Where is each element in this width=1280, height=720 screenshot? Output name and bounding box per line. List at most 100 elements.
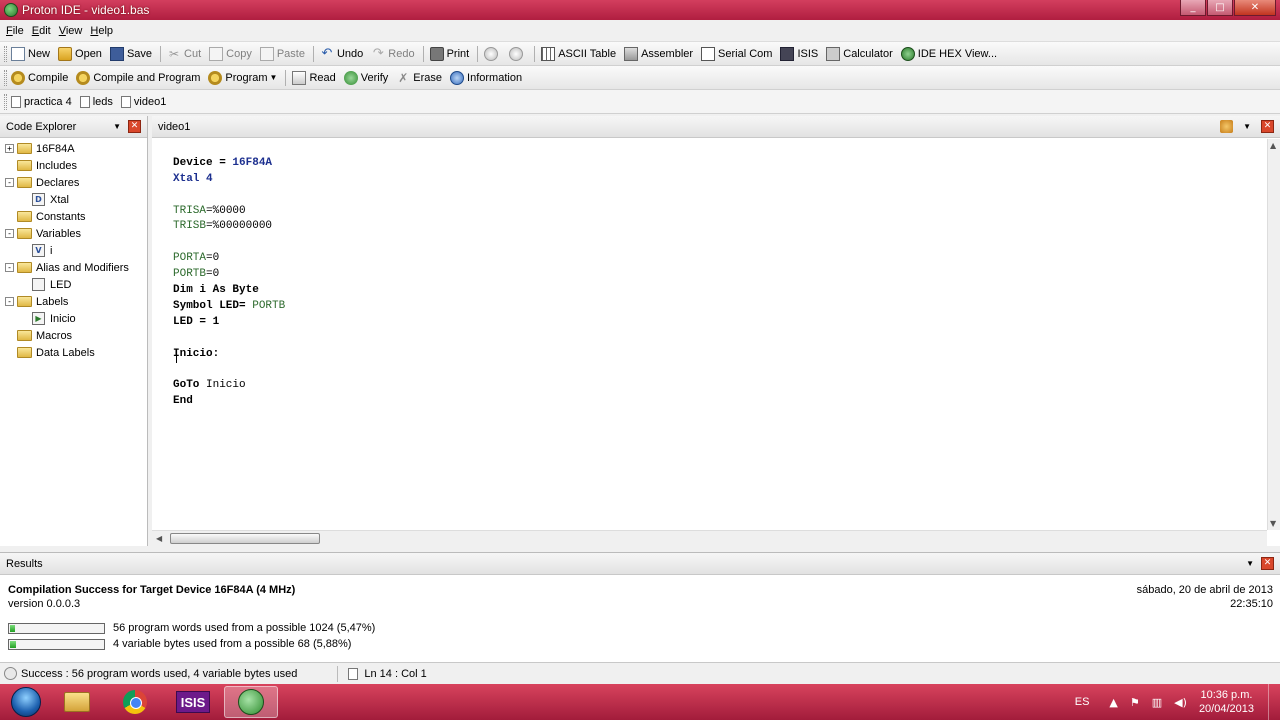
action-center-flag-icon[interactable]: ⚑ — [1130, 696, 1140, 709]
minimize-button[interactable]: _ — [1180, 0, 1206, 16]
proton-app-icon[interactable] — [4, 3, 18, 17]
read-button[interactable]: Read — [292, 70, 336, 85]
toolbar-grip[interactable] — [4, 69, 7, 86]
tree-node-alias[interactable]: - Alias and Modifiers — [0, 259, 147, 276]
toolbar-grip[interactable] — [4, 93, 7, 110]
tree-node-xtal[interactable]: D Xtal — [0, 191, 147, 208]
code-line: PORTB=0 — [173, 268, 220, 281]
close-panel-icon[interactable]: ✕ — [128, 120, 141, 133]
network-icon[interactable]: ▥ — [1152, 696, 1162, 709]
scroll-left-icon[interactable]: ◀ — [156, 534, 162, 543]
read-label: Read — [309, 71, 336, 84]
ascii-table-button[interactable]: ASCII Table — [541, 46, 616, 61]
scroll-up-icon[interactable]: ▲ — [1270, 141, 1276, 150]
open-button[interactable]: Open — [58, 46, 102, 61]
taskbar-isis[interactable]: ISIS — [166, 686, 220, 718]
variable-bytes-bar — [8, 638, 105, 650]
forward-button[interactable] — [509, 46, 526, 61]
tree-node-macros[interactable]: Macros — [0, 327, 147, 344]
cursor-position: Ln 14 : Col 1 — [364, 667, 427, 680]
vertical-scrollbar[interactable]: ▲ ▼ — [1267, 139, 1280, 530]
isis-button[interactable]: ISIS — [780, 46, 818, 61]
horizontal-scrollbar[interactable]: ◀ — [152, 530, 1267, 546]
menu-file[interactable]: File — [6, 25, 24, 37]
assembler-button[interactable]: Assembler — [624, 46, 693, 61]
tree-node-includes[interactable]: Includes — [0, 157, 147, 174]
compile-and-program-button[interactable]: Compile and Program — [76, 70, 201, 85]
tree-node-labels[interactable]: - Labels — [0, 293, 147, 310]
compile-button[interactable]: Compile — [11, 70, 68, 85]
tree-node-label: Inicio — [50, 312, 76, 325]
editor-options-icon[interactable] — [1220, 120, 1234, 133]
cut-button[interactable]: ✂ Cut — [167, 47, 201, 61]
hex-view-button[interactable]: IDE HEX View... — [900, 46, 998, 61]
program-button[interactable]: Program ▼ — [208, 70, 278, 85]
results-panel: Results ▼ ✕ Compilation Success for Targ… — [0, 552, 1280, 662]
print-button[interactable]: Print — [429, 46, 469, 61]
close-editor-icon[interactable]: ✕ — [1261, 120, 1274, 133]
code-line: GoTo Inicio — [173, 379, 246, 392]
maximize-button[interactable]: □ — [1207, 0, 1233, 16]
start-button[interactable] — [6, 685, 46, 719]
windows-taskbar: ISIS ES ▲ ⚑ ▥ ◀) 10:36 p.m. 20/04/2013 — [0, 684, 1280, 720]
tree-node-data-labels[interactable]: Data Labels — [0, 344, 147, 361]
chevron-down-icon[interactable]: ▼ — [113, 122, 121, 131]
back-button[interactable] — [484, 46, 501, 61]
chrome-icon — [123, 690, 147, 714]
taskbar-chrome[interactable] — [108, 686, 162, 718]
taskbar-explorer[interactable] — [50, 686, 104, 718]
collapse-icon[interactable]: - — [5, 297, 14, 306]
tree-node-variables[interactable]: - Variables — [0, 225, 147, 242]
tree-node-led[interactable]: LED — [0, 276, 147, 293]
collapse-icon[interactable]: - — [5, 178, 14, 187]
erase-button[interactable]: ✗ Erase — [396, 71, 442, 85]
show-hidden-icons-icon[interactable]: ▲ — [1109, 696, 1117, 709]
close-button[interactable]: ✕ — [1234, 0, 1276, 16]
code-line: PORTA=0 — [173, 252, 220, 265]
scroll-down-icon[interactable]: ▼ — [1270, 519, 1276, 528]
tree-node-constants[interactable]: Constants — [0, 208, 147, 225]
copy-button[interactable]: Copy — [209, 46, 252, 61]
save-button[interactable]: Save — [109, 46, 152, 61]
horizontal-scroll-thumb[interactable] — [170, 533, 320, 544]
volume-icon[interactable]: ◀) — [1174, 696, 1187, 709]
language-indicator[interactable]: ES — [1075, 696, 1090, 708]
editor-tab-video1[interactable]: video1 — [158, 121, 190, 133]
undo-button[interactable]: ↶ Undo — [320, 45, 364, 61]
toolbar-grip[interactable] — [4, 45, 7, 62]
new-button[interactable]: New — [11, 46, 50, 61]
collapse-icon[interactable]: - — [5, 263, 14, 272]
clock-time: 10:36 p.m. — [1200, 689, 1253, 701]
chevron-down-icon[interactable]: ▼ — [1246, 559, 1254, 568]
show-desktop-button[interactable] — [1268, 684, 1280, 720]
cut-label: Cut — [184, 47, 202, 60]
serial-com-button[interactable]: Serial Com — [701, 46, 772, 61]
taskbar-clock[interactable]: 10:36 p.m. 20/04/2013 — [1199, 688, 1254, 716]
tree-node-inicio[interactable]: ▶ Inicio — [0, 310, 147, 327]
doc-tab-practica4[interactable]: practica 4 — [11, 95, 72, 108]
code-text[interactable]: Device = 16F84A Xtal 4 TRISA=%0000 TRISB=%0… — [173, 140, 285, 410]
doc-tab-video1[interactable]: video1 — [120, 95, 166, 108]
tree-node-16f84a[interactable]: +16F84A — [0, 140, 147, 157]
taskbar-proton-ide[interactable] — [224, 686, 278, 718]
redo-button[interactable]: ↷ Redo — [371, 46, 415, 61]
chevron-down-icon[interactable]: ▼ — [270, 73, 278, 82]
close-panel-icon[interactable]: ✕ — [1261, 557, 1274, 570]
collapse-icon[interactable]: - — [5, 229, 14, 238]
menu-view[interactable]: View — [59, 25, 83, 37]
compile-and-program-label: Compile and Program — [93, 71, 201, 84]
verify-button[interactable]: Verify — [343, 70, 388, 85]
tree-node-declares[interactable]: - Declares — [0, 174, 147, 191]
chevron-down-icon[interactable]: ▼ — [1243, 122, 1251, 131]
menu-edit[interactable]: Edit — [32, 25, 51, 37]
information-button[interactable]: Information — [450, 70, 522, 85]
tree-node-i[interactable]: Vi — [0, 242, 147, 259]
hex-view-label: IDE HEX View... — [917, 47, 998, 60]
hex-view-globe-icon — [900, 46, 915, 61]
undo-icon: ↶ — [321, 45, 333, 61]
expand-icon[interactable]: + — [5, 144, 14, 153]
calculator-button[interactable]: Calculator — [826, 46, 893, 61]
menu-help[interactable]: Help — [90, 25, 113, 37]
doc-tab-leds[interactable]: leds — [79, 95, 113, 108]
paste-button[interactable]: Paste — [259, 46, 305, 61]
